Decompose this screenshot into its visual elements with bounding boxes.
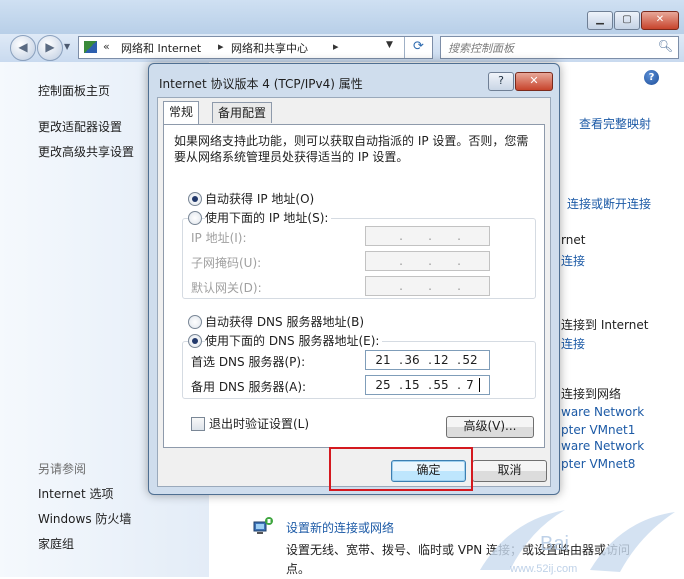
default-gateway-label: 默认网关(D): bbox=[191, 281, 262, 295]
cancel-button[interactable]: 取消 bbox=[472, 460, 547, 482]
search-box[interactable]: 🔍︎ bbox=[440, 36, 679, 59]
network-fragment: rnet bbox=[561, 233, 586, 247]
dialog-help-button[interactable]: ? bbox=[488, 72, 514, 91]
advanced-button[interactable]: 高级(V)... bbox=[446, 416, 534, 438]
subnet-mask-field: ... bbox=[365, 251, 490, 271]
control-panel-home-link[interactable]: 控制面板主页 bbox=[38, 82, 110, 99]
close-window-button[interactable]: ✕ bbox=[641, 11, 679, 30]
ipv4-properties-dialog: Internet 协议版本 4 (TCP/IPv4) 属性 ? ✕ 常规 备用配… bbox=[148, 63, 560, 495]
connected-internet-fragment: 连接到 Internet bbox=[561, 318, 649, 332]
refresh-icon[interactable]: ⟳ bbox=[404, 37, 432, 58]
connected-network-fragment: 连接到网络 bbox=[561, 387, 622, 401]
search-icon[interactable]: 🔍︎ bbox=[658, 39, 673, 53]
change-advanced-sharing-link[interactable]: 更改高级共享设置 bbox=[38, 143, 134, 160]
highlight-box bbox=[329, 447, 473, 491]
dialog-description: 如果网络支持此功能，则可以获取自动指派的 IP 设置。否则，您需要从网络系统管理… bbox=[174, 134, 529, 164]
dialog-title: Internet 协议版本 4 (TCP/IPv4) 属性 bbox=[159, 77, 363, 91]
tab-alternate-configuration[interactable]: 备用配置 bbox=[212, 102, 273, 123]
dialog-body: 常规 备用配置 如果网络支持此功能，则可以获取自动指派的 IP 设置。否则，您需… bbox=[157, 97, 551, 487]
validate-on-exit-checkbox[interactable] bbox=[191, 417, 205, 431]
see-also-header: 另请参阅 bbox=[38, 462, 87, 476]
dialog-close-button[interactable]: ✕ bbox=[515, 72, 553, 91]
text-cursor bbox=[479, 378, 480, 392]
vmware-adapter-8-link[interactable]: pter VMnet8 bbox=[561, 457, 635, 471]
setup-new-connection-link[interactable]: 设置新的连接或网络 bbox=[286, 519, 394, 536]
preferred-dns-label: 首选 DNS 服务器(P): bbox=[191, 355, 306, 369]
alternate-dns-label: 备用 DNS 服务器(A): bbox=[191, 380, 307, 394]
dns-auto-label[interactable]: 自动获得 DNS 服务器地址(B) bbox=[205, 313, 364, 330]
alternate-dns-field[interactable]: 25 . 15 . 55 . 7 bbox=[365, 375, 490, 395]
internet-options-link[interactable]: Internet 选项 bbox=[38, 485, 113, 502]
breadcrumb-separator[interactable]: ▸ bbox=[218, 40, 224, 53]
back-button[interactable]: ◀ bbox=[10, 35, 36, 61]
search-input[interactable] bbox=[446, 39, 655, 57]
windows-firewall-link[interactable]: Windows 防火墙 bbox=[38, 510, 131, 527]
general-tab-panel: 如果网络支持此功能，则可以获取自动指派的 IP 设置。否则，您需要从网络系统管理… bbox=[163, 124, 545, 448]
svg-text:Bai: Bai bbox=[540, 533, 569, 555]
ip-manual-label[interactable]: 使用下面的 IP 地址(S): bbox=[205, 209, 332, 226]
address-dropdown-icon[interactable]: ▼ bbox=[386, 40, 393, 50]
change-adapter-settings-link[interactable]: 更改适配器设置 bbox=[38, 118, 122, 135]
homegroup-link[interactable]: 家庭组 bbox=[38, 535, 74, 552]
vmware-adapter-1-link[interactable]: ware Network bbox=[561, 405, 644, 419]
ip-auto-radio[interactable] bbox=[188, 192, 202, 206]
vmware-adapter-8-link[interactable]: ware Network bbox=[561, 439, 644, 453]
forward-button[interactable]: ▶ bbox=[37, 35, 63, 61]
ip-manual-radio[interactable] bbox=[188, 211, 202, 225]
breadcrumb-separator[interactable]: ▸ bbox=[333, 40, 339, 53]
dns-manual-label[interactable]: 使用下面的 DNS 服务器地址(E): bbox=[205, 332, 383, 349]
network-setup-icon bbox=[253, 517, 273, 534]
connection-fragment-link[interactable]: 连接 bbox=[561, 335, 585, 352]
default-gateway-field: ... bbox=[365, 276, 490, 296]
maximize-button[interactable]: ▢ bbox=[614, 11, 640, 30]
vmware-adapter-1-link[interactable]: pter VMnet1 bbox=[561, 423, 635, 437]
validate-on-exit-label[interactable]: 退出时验证设置(L) bbox=[209, 415, 309, 432]
minimize-button[interactable]: ▁ bbox=[587, 11, 613, 30]
view-full-map-link[interactable]: 查看完整映射 bbox=[579, 115, 651, 132]
ip-address-field: ... bbox=[365, 226, 490, 246]
window-title-bar: ▁ ▢ ✕ bbox=[0, 0, 684, 34]
address-bar[interactable]: « 网络和 Internet ▸ 网络和共享中心 ▸ ▼ ⟳ bbox=[78, 36, 433, 59]
connect-disconnect-link[interactable]: 连接或断开连接 bbox=[567, 195, 651, 212]
maximize-icon: ▢ bbox=[622, 14, 632, 25]
ip-auto-label[interactable]: 自动获得 IP 地址(O) bbox=[205, 190, 314, 207]
baidu-watermark-logo: Bai www.52ij.com bbox=[480, 510, 675, 575]
help-icon[interactable]: ? bbox=[644, 70, 659, 85]
close-icon: ✕ bbox=[655, 14, 665, 25]
recent-pages-dropdown[interactable]: ▼ bbox=[64, 42, 70, 51]
dns-auto-radio[interactable] bbox=[188, 315, 202, 329]
navigation-bar: ◀ ▶ ▼ « 网络和 Internet ▸ 网络和共享中心 ▸ ▼ ⟳ 🔍︎ bbox=[0, 34, 684, 62]
ip-address-label: IP 地址(I): bbox=[191, 231, 247, 245]
breadcrumb-overflow[interactable]: « bbox=[103, 40, 110, 53]
preferred-dns-field[interactable]: 21 . 36 . 12 . 52 bbox=[365, 350, 490, 370]
dns-manual-radio[interactable] bbox=[188, 334, 202, 348]
connection-fragment-link[interactable]: 连接 bbox=[561, 252, 585, 269]
minimize-icon: ▁ bbox=[596, 14, 604, 25]
control-panel-icon bbox=[84, 41, 97, 53]
tab-general[interactable]: 常规 bbox=[163, 101, 200, 124]
svg-text:www.52ij.com: www.52ij.com bbox=[509, 563, 577, 575]
subnet-mask-label: 子网掩码(U): bbox=[191, 256, 262, 270]
breadcrumb-network-internet[interactable]: 网络和 Internet bbox=[121, 40, 201, 56]
breadcrumb-network-sharing-center[interactable]: 网络和共享中心 bbox=[231, 40, 308, 56]
